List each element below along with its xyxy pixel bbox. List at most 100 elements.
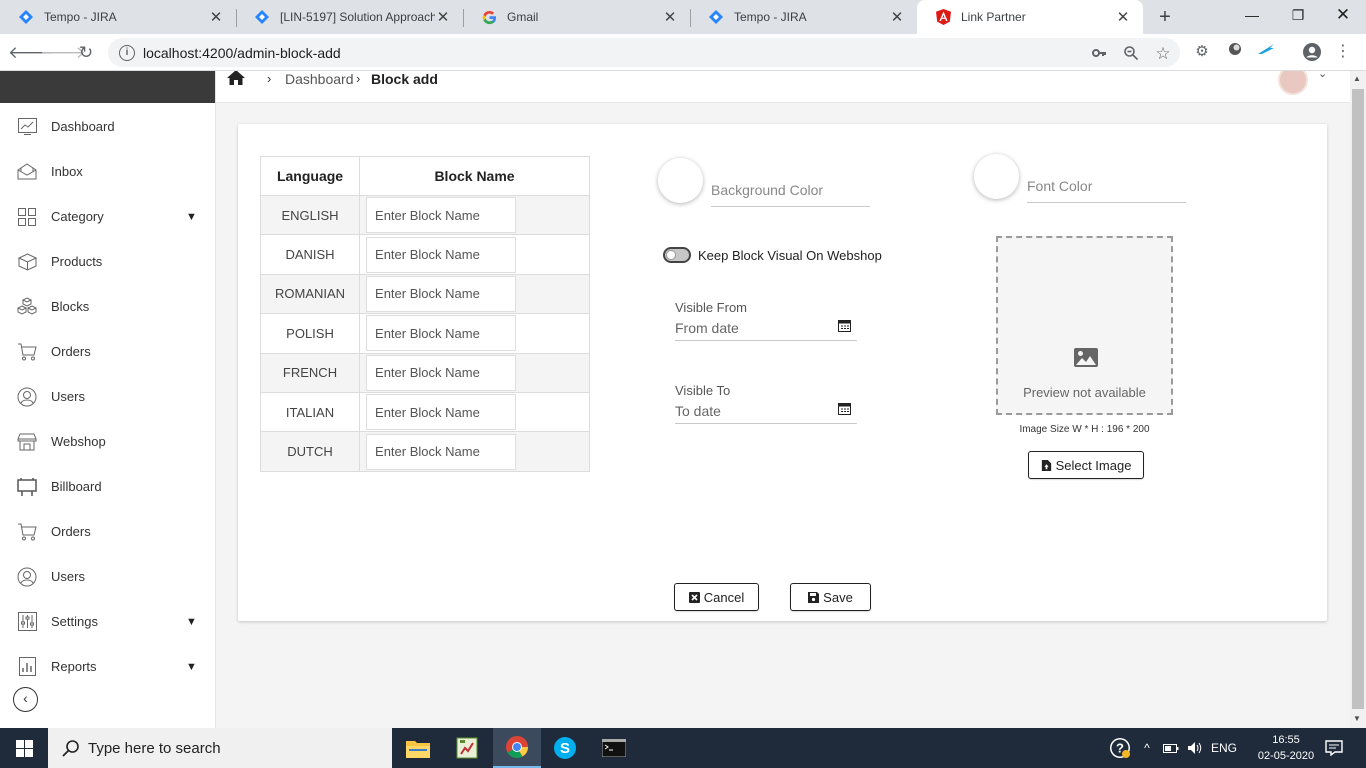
breadcrumb-dashboard[interactable]: Dashboard (285, 71, 354, 87)
terminal-icon[interactable] (590, 728, 638, 768)
extension-gear-icon[interactable]: ⚙ (1192, 42, 1212, 62)
visible-to-input[interactable] (675, 400, 825, 422)
select-image-button[interactable]: Select Image (1028, 451, 1144, 479)
file-explorer-icon[interactable] (394, 728, 442, 768)
sidebar-item-orders[interactable]: Orders (0, 509, 216, 554)
close-tab-icon[interactable]: ✕ (1115, 8, 1131, 26)
sidebar-item-products[interactable]: Products (0, 239, 216, 284)
sidebar-item-category[interactable]: Category ▼ (0, 194, 216, 239)
close-tab-icon[interactable]: ✕ (662, 8, 678, 26)
home-icon[interactable] (227, 71, 245, 90)
menu-kebab-icon[interactable]: ⋮ (1333, 42, 1353, 62)
address-bar[interactable]: i localhost:4200/admin-block-add ☆ (108, 38, 1180, 67)
block-name-input[interactable] (366, 354, 517, 391)
browser-tab[interactable]: Tempo - JIRA ✕ (690, 0, 917, 34)
extension-wing-icon[interactable] (1256, 42, 1276, 62)
browser-tab[interactable]: Gmail ✕ (463, 0, 690, 34)
battery-icon[interactable] (1160, 728, 1182, 768)
zoom-icon[interactable] (1122, 45, 1140, 63)
sidebar-item-billboard[interactable]: Billboard (0, 464, 216, 509)
calendar-icon[interactable] (838, 402, 851, 415)
tab-title: [LIN-5197] Solution Approach (280, 10, 435, 24)
scroll-up-icon[interactable]: ▲ (1353, 74, 1361, 83)
box-icon (17, 252, 37, 272)
chevron-down-icon[interactable]: ▼ (186, 211, 202, 223)
font-color-swatch[interactable] (974, 154, 1019, 199)
close-tab-icon[interactable]: ✕ (435, 8, 451, 26)
column-header-language: Language (259, 156, 361, 196)
new-tab-button[interactable]: + (1153, 5, 1177, 29)
sidebar-item-dashboard[interactable]: Dashboard (0, 104, 216, 149)
block-name-input[interactable] (366, 197, 517, 234)
block-name-input[interactable] (366, 275, 517, 312)
jira-icon (18, 9, 34, 25)
sidebar: Dashboard Inbox Category ▼ Products Bloc… (0, 71, 216, 728)
font-color-input[interactable] (1027, 171, 1186, 201)
visible-from-input[interactable] (675, 317, 825, 339)
sidebar-item-inbox[interactable]: Inbox (0, 149, 216, 194)
skype-icon[interactable]: S (541, 728, 589, 768)
table-row: DUTCH (259, 431, 590, 472)
notification-icon[interactable] (1320, 728, 1348, 768)
bookmark-star-icon[interactable]: ☆ (1154, 45, 1172, 63)
jira-icon (708, 9, 724, 25)
toggle-knob (666, 250, 676, 260)
block-name-input[interactable] (366, 394, 517, 431)
language-indicator[interactable]: ENG (1208, 728, 1240, 768)
sidebar-item-label: Category (51, 209, 104, 224)
site-info-icon[interactable]: i (119, 44, 135, 61)
cancel-button[interactable]: Cancel (674, 583, 759, 611)
block-name-input[interactable] (366, 236, 517, 273)
browser-tab[interactable]: [LIN-5197] Solution Approach ✕ (236, 0, 463, 34)
close-tab-icon[interactable]: ✕ (889, 8, 905, 26)
scrollbar-thumb[interactable] (1352, 89, 1364, 709)
chevron-down-icon[interactable]: ▼ (186, 616, 202, 628)
chevron-down-icon[interactable]: ⌄ (1318, 71, 1327, 80)
sidebar-item-blocks[interactable]: Blocks (0, 284, 216, 329)
chrome-icon[interactable] (493, 728, 541, 768)
block-name-input[interactable] (366, 315, 517, 352)
avatar[interactable] (1278, 71, 1308, 95)
taskbar-clock[interactable]: 16:55 02-05-2020 (1255, 732, 1317, 764)
extension-circle-icon[interactable] (1225, 42, 1245, 62)
browser-tab-active[interactable]: Link Partner ✕ (917, 0, 1143, 34)
close-tab-icon[interactable]: ✕ (208, 8, 224, 26)
table-row: POLISH (259, 313, 590, 354)
taskbar-search[interactable]: Type here to search (48, 728, 392, 768)
windows-start-icon[interactable] (0, 728, 48, 768)
chevron-right-icon: › (356, 71, 361, 86)
browser-tab[interactable]: Tempo - JIRA ✕ (0, 0, 236, 34)
sidebar-item-webshop[interactable]: Webshop (0, 419, 216, 464)
forward-icon[interactable]: 🡒 (40, 40, 86, 66)
save-button[interactable]: Save (790, 583, 871, 611)
page-scrollbar[interactable]: ▲ ▼ (1350, 71, 1366, 728)
calendar-icon[interactable] (838, 319, 851, 332)
sheet-app-icon[interactable] (443, 728, 491, 768)
window-close-icon[interactable]: ✕ (1320, 0, 1366, 34)
key-icon[interactable] (1090, 45, 1108, 63)
block-name-cell (359, 431, 590, 472)
profile-icon[interactable] (1302, 42, 1322, 62)
sidebar-item-settings[interactable]: Settings ▼ (0, 599, 216, 644)
collapse-sidebar-button[interactable]: ‹ (13, 687, 38, 712)
sidebar-item-users[interactable]: Users (0, 374, 216, 419)
reload-icon[interactable]: ↻ (73, 40, 99, 66)
keep-visual-toggle[interactable] (663, 247, 691, 263)
restore-icon[interactable]: ❐ (1275, 0, 1321, 34)
block-name-input[interactable] (366, 433, 517, 470)
scroll-down-icon[interactable]: ▼ (1353, 714, 1361, 723)
preview-text: Preview not available (1023, 385, 1146, 400)
sidebar-item-label: Dashboard (51, 119, 115, 134)
background-color-input[interactable] (711, 175, 870, 205)
background-color-swatch[interactable] (658, 158, 703, 203)
volume-icon[interactable] (1184, 728, 1206, 768)
sidebar-item-users[interactable]: Users (0, 554, 216, 599)
chevron-up-icon[interactable]: ^ (1137, 728, 1157, 768)
sidebar-item-orders[interactable]: Orders (0, 329, 216, 374)
minimize-icon[interactable]: — (1229, 0, 1275, 34)
help-icon[interactable]: ? (1106, 728, 1134, 768)
back-icon[interactable]: 🡐 (8, 40, 54, 66)
sidebar-item-reports[interactable]: Reports ▼ (0, 644, 216, 689)
jira-icon (254, 9, 270, 25)
chevron-down-icon[interactable]: ▼ (186, 661, 202, 673)
